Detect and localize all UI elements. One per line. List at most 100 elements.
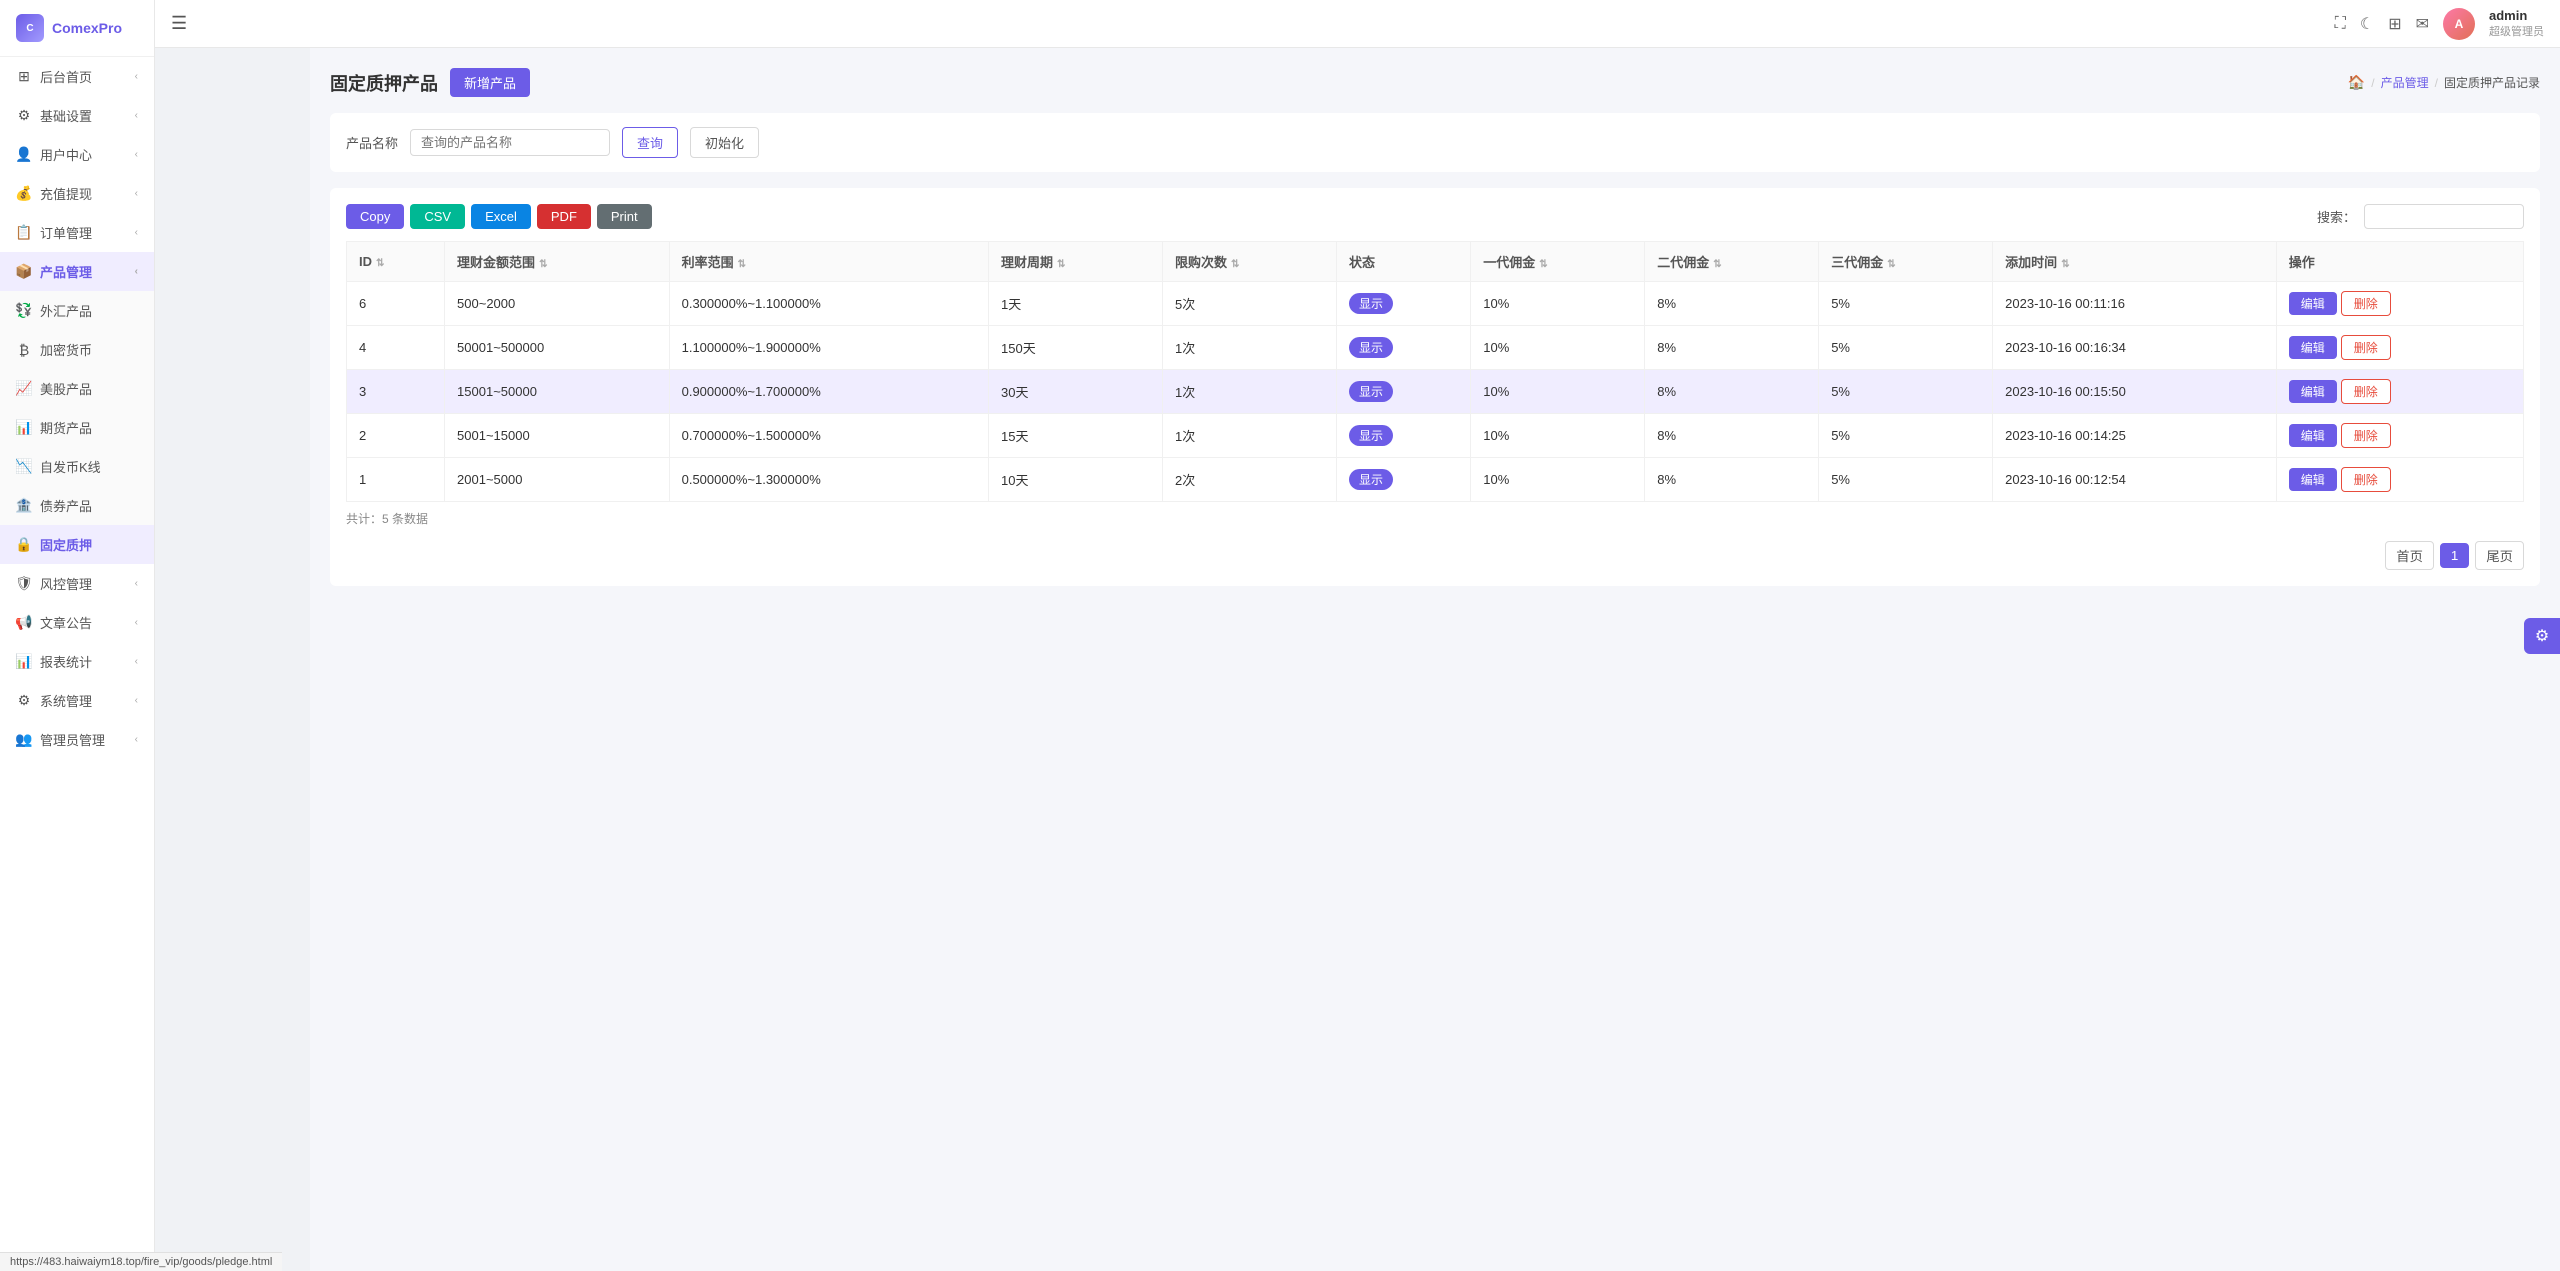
edit-button[interactable]: 编辑 bbox=[2289, 336, 2337, 359]
cell-8: 5% bbox=[1819, 414, 1993, 458]
new-product-button[interactable]: 新增产品 bbox=[450, 68, 530, 97]
dashboard-icon: ⊞ bbox=[16, 69, 32, 85]
sort-icon-ID[interactable]: ⇅ bbox=[376, 258, 384, 269]
delete-button[interactable]: 删除 bbox=[2341, 291, 2391, 316]
col-限购次数: 限购次数⇅ bbox=[1163, 242, 1337, 282]
col-一代佣金: 一代佣金⇅ bbox=[1471, 242, 1645, 282]
cell-6: 10% bbox=[1471, 414, 1645, 458]
cell-1: 2001~5000 bbox=[445, 458, 670, 502]
delete-button[interactable]: 删除 bbox=[2341, 467, 2391, 492]
sidebar-logo: C ComexPro bbox=[0, 0, 154, 57]
edit-button[interactable]: 编辑 bbox=[2289, 424, 2337, 447]
sort-icon-限购次数[interactable]: ⇅ bbox=[1231, 259, 1239, 270]
sidebar-item-crypto-k[interactable]: 📉自发币K线 bbox=[0, 447, 154, 486]
fullscreen-icon[interactable]: ⛶ bbox=[2335, 15, 2346, 33]
table-search-label: 搜索： bbox=[2317, 207, 2356, 226]
sidebar-item-system[interactable]: ⚙系统管理‹ bbox=[0, 681, 154, 720]
total-count: 共计：5 条数据 bbox=[346, 510, 2524, 527]
sort-icon-利率范围[interactable]: ⇅ bbox=[738, 259, 746, 270]
sidebar-item-forex[interactable]: 💱外汇产品 bbox=[0, 291, 154, 330]
sidebar-item-risk[interactable]: 🛡风控管理‹ bbox=[0, 564, 154, 603]
risk-icon: 🛡 bbox=[16, 576, 32, 592]
reports-icon: 📊 bbox=[16, 654, 32, 670]
cell-4: 1次 bbox=[1163, 370, 1337, 414]
first-page-button[interactable]: 首页 bbox=[2385, 541, 2434, 570]
sidebar-item-products[interactable]: 📦产品管理‹ bbox=[0, 252, 154, 291]
table-row: 450001~5000001.100000%~1.900000%150天1次显示… bbox=[347, 326, 2524, 370]
header-left: ☰ bbox=[171, 13, 187, 34]
page-1-button[interactable]: 1 bbox=[2440, 543, 2469, 568]
delete-button[interactable]: 删除 bbox=[2341, 423, 2391, 448]
avatar: A bbox=[2443, 8, 2475, 40]
layout-icon[interactable]: ⊞ bbox=[2388, 14, 2401, 34]
print-button[interactable]: Print bbox=[597, 204, 652, 229]
orders-chevron: ‹ bbox=[135, 227, 138, 238]
copy-button[interactable]: Copy bbox=[346, 204, 404, 229]
cell-1: 500~2000 bbox=[445, 282, 670, 326]
cell-8: 5% bbox=[1819, 370, 1993, 414]
header-user: admin 超级管理员 bbox=[2489, 8, 2544, 39]
basic-settings-chevron: ‹ bbox=[135, 110, 138, 121]
sort-icon-三代佣金[interactable]: ⇅ bbox=[1887, 259, 1895, 270]
excel-button[interactable]: Excel bbox=[471, 204, 531, 229]
sidebar-item-reports[interactable]: 📊报表统计‹ bbox=[0, 642, 154, 681]
sidebar-item-bonds[interactable]: 🏦债券产品 bbox=[0, 486, 154, 525]
cell-0: 3 bbox=[347, 370, 445, 414]
sidebar-item-user-center[interactable]: 👤用户中心‹ bbox=[0, 135, 154, 174]
status-badge: 显示 bbox=[1349, 337, 1393, 358]
url-bar: https://483.haiwaiym18.top/fire_vip/good… bbox=[0, 1252, 282, 1271]
table-row: 12001~50000.500000%~1.300000%10天2次显示10%8… bbox=[347, 458, 2524, 502]
logo-icon: C bbox=[16, 14, 44, 42]
sort-icon-理财金额范围[interactable]: ⇅ bbox=[539, 259, 547, 270]
edit-button[interactable]: 编辑 bbox=[2289, 468, 2337, 491]
cell-8: 5% bbox=[1819, 282, 1993, 326]
cell-0: 6 bbox=[347, 282, 445, 326]
sidebar-item-crypto[interactable]: ₿加密货币 bbox=[0, 330, 154, 369]
breadcrumb-home[interactable]: 🏠 bbox=[2348, 74, 2365, 91]
status-badge: 显示 bbox=[1349, 425, 1393, 446]
sidebar-item-basic-settings[interactable]: ⚙基础设置‹ bbox=[0, 96, 154, 135]
settings-float-button[interactable]: ⚙ bbox=[2524, 618, 2560, 654]
delete-button[interactable]: 删除 bbox=[2341, 335, 2391, 360]
col-理财金额范围: 理财金额范围⇅ bbox=[445, 242, 670, 282]
edit-button[interactable]: 编辑 bbox=[2289, 292, 2337, 315]
delete-button[interactable]: 删除 bbox=[2341, 379, 2391, 404]
reset-button[interactable]: 初始化 bbox=[690, 127, 759, 158]
col-利率范围: 利率范围⇅ bbox=[669, 242, 988, 282]
cell-7: 8% bbox=[1645, 282, 1819, 326]
sidebar-item-fixed-pledge[interactable]: 🔒固定质押 bbox=[0, 525, 154, 564]
last-page-button[interactable]: 尾页 bbox=[2475, 541, 2524, 570]
table-search-input[interactable] bbox=[2364, 204, 2524, 229]
col-二代佣金: 二代佣金⇅ bbox=[1645, 242, 1819, 282]
table-row: 6500~20000.300000%~1.100000%1天5次显示10%8%5… bbox=[347, 282, 2524, 326]
message-icon[interactable]: ✉ bbox=[2416, 14, 2429, 34]
sidebar-item-recharge[interactable]: 💰充值提现‹ bbox=[0, 174, 154, 213]
sort-icon-一代佣金[interactable]: ⇅ bbox=[1539, 259, 1547, 270]
edit-button[interactable]: 编辑 bbox=[2289, 380, 2337, 403]
sidebar-label-fixed-pledge: 固定质押 bbox=[40, 535, 92, 554]
product-name-input[interactable] bbox=[410, 129, 610, 156]
cell-0: 4 bbox=[347, 326, 445, 370]
sort-icon-二代佣金[interactable]: ⇅ bbox=[1713, 259, 1721, 270]
sort-icon-理财周期[interactable]: ⇅ bbox=[1057, 259, 1065, 270]
menu-icon[interactable]: ☰ bbox=[171, 13, 187, 34]
sidebar-item-dashboard[interactable]: ⊞后台首页‹ bbox=[0, 57, 154, 96]
pdf-button[interactable]: PDF bbox=[537, 204, 591, 229]
forex-icon: 💱 bbox=[16, 303, 32, 319]
sidebar-item-orders[interactable]: 📋订单管理‹ bbox=[0, 213, 154, 252]
csv-button[interactable]: CSV bbox=[410, 204, 465, 229]
sidebar-item-admin-manage[interactable]: 👥管理员管理‹ bbox=[0, 720, 154, 759]
system-chevron: ‹ bbox=[135, 695, 138, 706]
sort-icon-添加时间[interactable]: ⇅ bbox=[2061, 259, 2069, 270]
sidebar-item-us-stocks[interactable]: 📈美股产品 bbox=[0, 369, 154, 408]
sidebar-item-futures[interactable]: 📊期货产品 bbox=[0, 408, 154, 447]
toolbar-left: Copy CSV Excel PDF Print bbox=[346, 204, 652, 229]
breadcrumb-product-management[interactable]: 产品管理 bbox=[2381, 74, 2429, 91]
sidebar-item-announcements[interactable]: 📢文章公告‹ bbox=[0, 603, 154, 642]
cell-2: 1.100000%~1.900000% bbox=[669, 326, 988, 370]
cell-6: 10% bbox=[1471, 282, 1645, 326]
sidebar-label-announcements: 文章公告 bbox=[40, 613, 92, 632]
cell-4: 5次 bbox=[1163, 282, 1337, 326]
search-button[interactable]: 查询 bbox=[622, 127, 678, 158]
dark-mode-icon[interactable]: ☾ bbox=[2360, 14, 2374, 34]
